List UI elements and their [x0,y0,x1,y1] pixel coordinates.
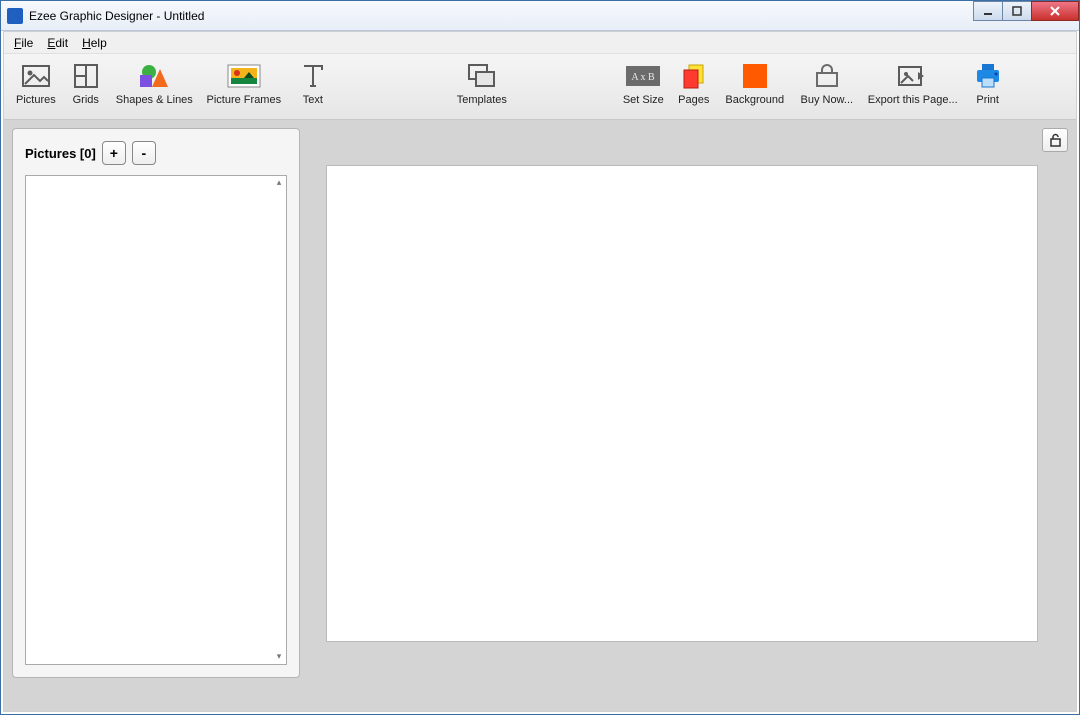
toolbar-buy[interactable]: Buy Now... [792,58,862,116]
toolbar-frames-label: Picture Frames [207,94,282,106]
toolbar-pictures[interactable]: Pictures [10,58,62,116]
templates-icon [466,63,498,89]
side-panel: Pictures [0] + - ▴ ▾ [12,128,300,678]
menu-file[interactable]: File [14,36,33,50]
scroll-up-icon[interactable]: ▴ [273,177,285,189]
menu-edit[interactable]: Edit [47,36,68,50]
toolbar-text-label: Text [303,94,323,106]
pages-icon [681,63,707,89]
design-canvas[interactable] [327,166,1037,641]
scroll-down-icon[interactable]: ▾ [273,651,285,663]
toolbar-buy-label: Buy Now... [800,94,853,106]
toolbar-export-label: Export this Page... [868,94,958,106]
side-panel-title: Pictures [0] [25,146,96,161]
lock-button[interactable] [1042,128,1068,152]
close-icon [1049,5,1061,17]
add-picture-button[interactable]: + [102,141,126,165]
window-title: Ezee Graphic Designer - Untitled [29,9,204,23]
app-window: Ezee Graphic Designer - Untitled File Ed… [0,0,1080,715]
toolbar-text[interactable]: Text [289,58,337,116]
window-client-area: File Edit Help Pictures [3,31,1077,712]
toolbar-frames[interactable]: Picture Frames [199,58,289,116]
toolbar-templates[interactable]: Templates [447,58,517,116]
background-icon [743,64,767,88]
text-icon [301,63,325,89]
toolbar-pages[interactable]: Pages [670,58,718,116]
svg-text:A x B: A x B [632,72,656,83]
grids-icon [74,64,98,88]
minimize-button[interactable] [973,1,1003,21]
toolbar-grids[interactable]: Grids [62,58,110,116]
toolbar-setsize-label: Set Size [623,94,664,106]
toolbar-background[interactable]: Background [718,58,792,116]
toolbar-export[interactable]: Export this Page... [862,58,964,116]
maximize-icon [1012,6,1023,17]
toolbar-setsize[interactable]: A x B Set Size [617,58,670,116]
toolbar-grids-label: Grids [73,94,99,106]
menu-bar: File Edit Help [4,32,1076,54]
frames-icon [227,64,261,88]
menu-help[interactable]: Help [82,36,107,50]
toolbar-shapes-label: Shapes & Lines [116,94,193,106]
pictures-list[interactable]: ▴ ▾ [25,175,287,665]
setsize-icon: A x B [626,66,660,86]
title-bar: Ezee Graphic Designer - Untitled [1,1,1079,31]
toolbar-background-label: Background [725,94,784,106]
minimize-icon [983,6,994,17]
toolbar-pages-label: Pages [678,94,709,106]
shapes-icon [138,63,170,89]
side-panel-header: Pictures [0] + - [25,141,287,175]
export-icon [898,64,928,88]
bag-icon [812,64,842,88]
toolbar-pictures-label: Pictures [16,94,56,106]
toolbar-print-label: Print [976,94,999,106]
workspace: Pictures [0] + - ▴ ▾ [4,120,1076,711]
print-icon [974,63,1002,89]
window-controls [974,1,1079,21]
app-icon [7,8,23,24]
maximize-button[interactable] [1002,1,1032,21]
remove-picture-button[interactable]: - [132,141,156,165]
close-button[interactable] [1031,1,1079,21]
toolbar-shapes[interactable]: Shapes & Lines [110,58,199,116]
toolbar-print[interactable]: Print [964,58,1012,116]
pictures-icon [22,65,50,87]
canvas-area [312,128,1068,703]
toolbar-templates-label: Templates [457,94,507,106]
unlock-icon [1048,133,1062,147]
toolbar: Pictures Grids Shapes & Lines [4,54,1076,120]
